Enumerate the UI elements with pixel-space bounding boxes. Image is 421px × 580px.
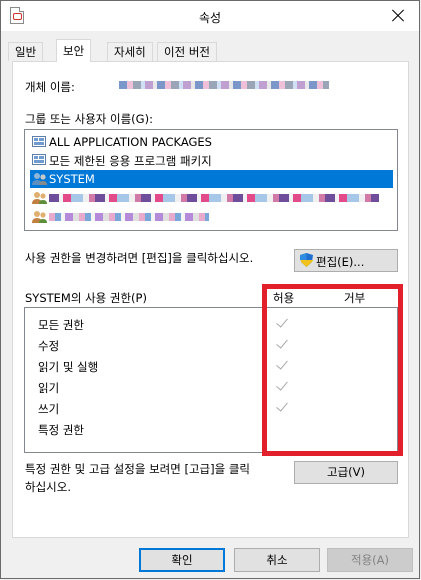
edit-button-label: 편집(E)... bbox=[316, 255, 365, 269]
advanced-button[interactable]: 고급(V) bbox=[294, 461, 398, 484]
redacted-name bbox=[49, 213, 209, 221]
advanced-note-line2: 하십시오. bbox=[25, 480, 71, 494]
tab-previous-versions[interactable]: 이전 버전 bbox=[157, 42, 217, 61]
list-item[interactable] bbox=[30, 208, 393, 226]
title-bar: 속성 bbox=[1, 1, 419, 31]
edit-note: 사용 권한을 변경하려면 [편집]을 클릭하십시오. bbox=[25, 251, 254, 265]
redacted-name bbox=[49, 194, 379, 202]
object-name-value bbox=[119, 81, 335, 91]
list-item[interactable]: ALL APPLICATION PACKAGES bbox=[30, 133, 393, 151]
package-group-icon bbox=[32, 135, 46, 149]
permissions-label: SYSTEM의 사용 권한(P) bbox=[25, 291, 147, 305]
tab-details[interactable]: 자세히 bbox=[107, 42, 153, 61]
users-icon bbox=[32, 191, 47, 205]
tab-general[interactable]: 일반 bbox=[8, 42, 44, 61]
advanced-note: 특정 권한 및 고급 설정을 보려면 [고급]을 클릭 하십시오. bbox=[25, 461, 250, 495]
window-title: 속성 bbox=[198, 11, 222, 25]
users-icon bbox=[32, 210, 47, 224]
permission-name: 읽기 및 실행 bbox=[38, 360, 99, 374]
apply-button[interactable]: 적용(A) bbox=[327, 548, 413, 572]
permission-name: 쓰기 bbox=[38, 402, 60, 416]
list-item[interactable]: 모든 제한된 응용 프로그램 패키지 bbox=[30, 151, 393, 169]
permission-name: 수정 bbox=[38, 339, 60, 353]
uac-shield-icon bbox=[300, 253, 313, 267]
list-item-label: SYSTEM bbox=[49, 172, 95, 186]
list-item-selected[interactable]: SYSTEM bbox=[30, 170, 393, 188]
list-item-label: 모든 제한된 응용 프로그램 패키지 bbox=[49, 154, 212, 168]
close-icon[interactable] bbox=[375, 1, 419, 31]
groups-label: 그룹 또는 사용자 이름(G): bbox=[25, 112, 153, 126]
list-item[interactable] bbox=[30, 189, 393, 207]
ok-button[interactable]: 확인 bbox=[139, 548, 225, 572]
tab-security[interactable]: 보안 bbox=[56, 39, 92, 62]
advanced-note-line1: 특정 권한 및 고급 설정을 보려면 [고급]을 클릭 bbox=[25, 462, 250, 476]
package-group-icon bbox=[32, 153, 46, 167]
permission-name: 특정 권한 bbox=[38, 423, 84, 437]
red-highlight-box bbox=[262, 284, 403, 456]
users-icon bbox=[32, 172, 47, 186]
cancel-button[interactable]: 취소 bbox=[234, 548, 320, 572]
properties-window: 속성 일반 보안 자세히 이전 버전 개체 이름: 그룹 또는 사용자 이름(G… bbox=[0, 0, 420, 579]
permission-name: 읽기 bbox=[38, 381, 60, 395]
permission-name: 모든 권한 bbox=[38, 318, 84, 332]
object-name-label: 개체 이름: bbox=[25, 80, 75, 94]
group-user-list[interactable]: ALL APPLICATION PACKAGES 모든 제한된 응용 프로그램 … bbox=[24, 129, 398, 231]
list-item-label: ALL APPLICATION PACKAGES bbox=[49, 135, 212, 149]
edit-button[interactable]: 편집(E)... bbox=[294, 249, 398, 272]
